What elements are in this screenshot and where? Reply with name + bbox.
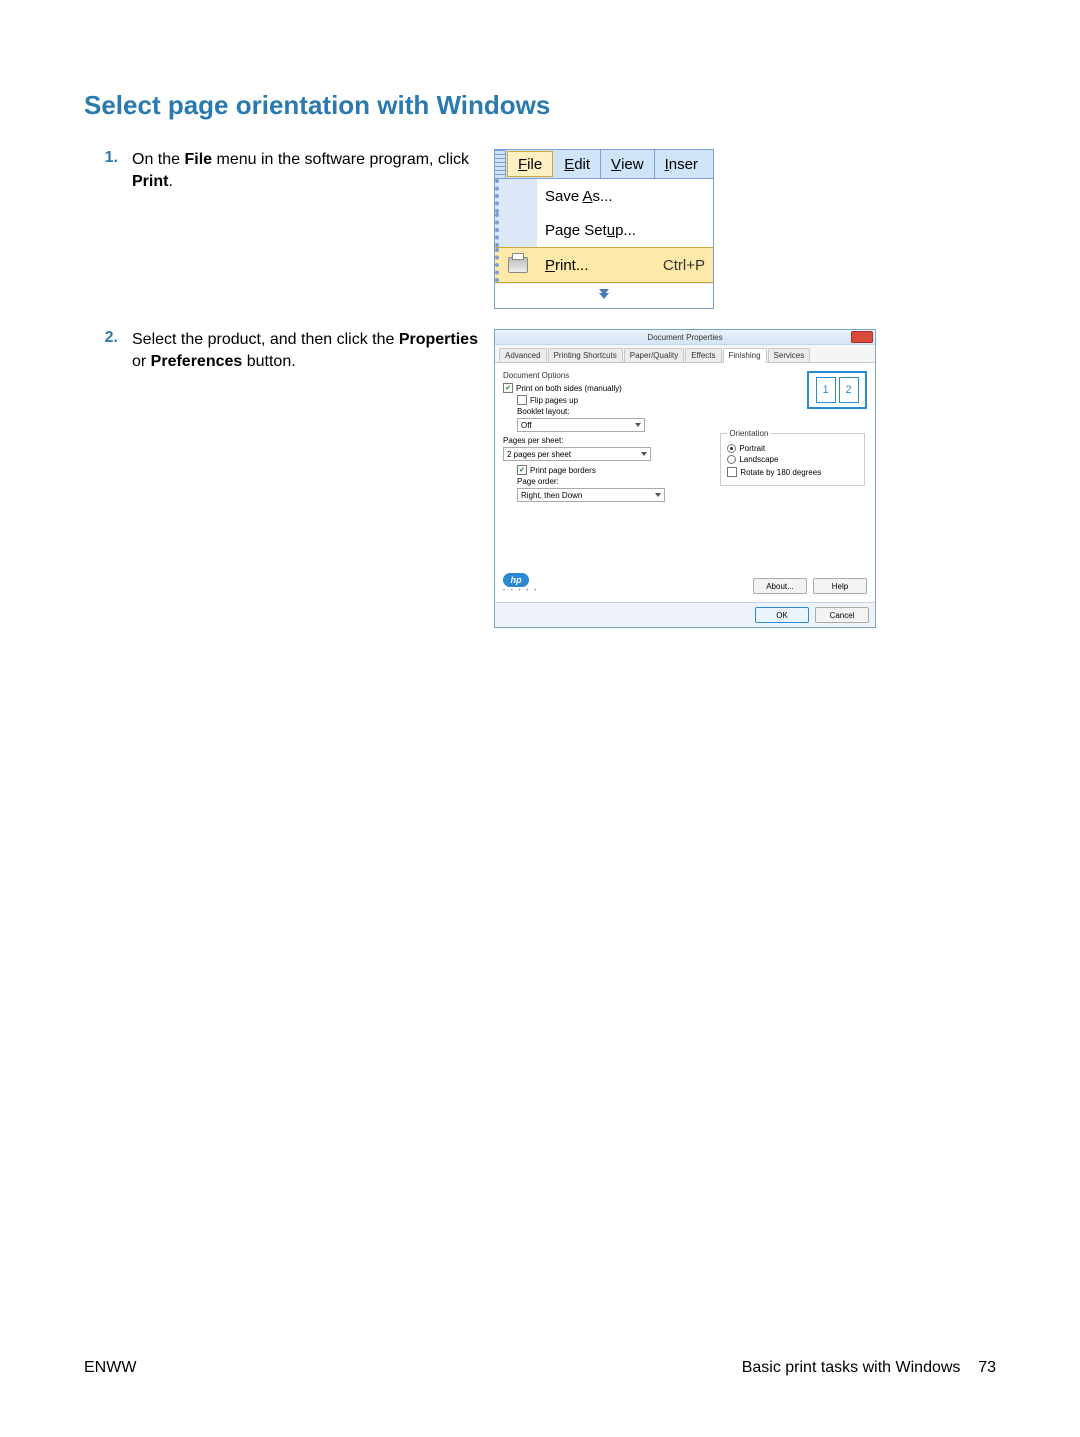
chevron-down-icon [635, 423, 641, 427]
hp-logo-icon: hp [503, 573, 529, 587]
checkbox-flip-pages-up[interactable]: Flip pages up [517, 395, 708, 405]
select-value: Off [521, 421, 532, 430]
label-page-order: Page order: [517, 477, 708, 486]
properties-dialog: Document Properties Advanced Printing Sh… [494, 329, 876, 628]
dialog-title: Document Properties [647, 333, 722, 342]
text: button. [242, 353, 295, 370]
select-pages-per-sheet[interactable]: 2 pages per sheet [503, 447, 651, 461]
group-orientation: Orientation Portrait Landscape [720, 429, 865, 486]
preview-page-2: 2 [839, 377, 859, 403]
bold-text: Properties [399, 331, 478, 348]
step-1: 1. On the File menu in the software prog… [84, 149, 996, 309]
group-document-options: Document Options [503, 371, 708, 380]
tab-advanced[interactable]: Advanced [499, 348, 547, 362]
filemenu-illustration: File Edit View Inser Save As... Page Set… [494, 149, 714, 309]
checkbox-label: Print page borders [530, 466, 596, 475]
tab-finishing[interactable]: Finishing [723, 348, 767, 363]
text: Select the product, and then click the [132, 331, 399, 348]
menubar-file[interactable]: File [507, 151, 553, 177]
menuitem-save-as[interactable]: Save As... [495, 179, 713, 213]
bold-text: Preferences [151, 353, 243, 370]
label-pages-per-sheet: Pages per sheet: [503, 436, 708, 445]
logo-dots: • • • • • [503, 588, 538, 594]
menubar-view[interactable]: View [601, 150, 655, 178]
shortcut-text: Ctrl+P [663, 257, 713, 274]
menuitem-page-setup[interactable]: Page Setup... [495, 213, 713, 247]
file-dropdown: Save As... Page Setup... Print... Ctrl+P [495, 179, 713, 308]
checkbox-label: Print on both sides (manually) [516, 384, 622, 393]
tab-services[interactable]: Services [768, 348, 811, 362]
menuitem-print[interactable]: Print... Ctrl+P [495, 247, 713, 283]
tab-paper-quality[interactable]: Paper/Quality [624, 348, 684, 362]
close-button[interactable] [851, 331, 873, 343]
radio-label: Landscape [739, 455, 778, 464]
select-value: 2 pages per sheet [507, 450, 571, 459]
step-text: Select the product, and then click the P… [132, 329, 494, 372]
step-number: 2. [84, 329, 132, 347]
printer-icon [508, 257, 528, 273]
checkbox-label: Flip pages up [530, 396, 578, 405]
checkbox-icon: ✔ [517, 465, 527, 475]
menubar-insert[interactable]: Inser [655, 150, 708, 178]
menubar: File Edit View Inser [495, 150, 713, 179]
checkbox-icon [517, 395, 527, 405]
footer-section-title: Basic print tasks with Windows [742, 1359, 961, 1376]
preview-page-1: 1 [816, 377, 836, 403]
step-text: On the File menu in the software program… [132, 149, 494, 192]
dialog-tabs: Advanced Printing Shortcuts Paper/Qualit… [495, 345, 875, 363]
checkbox-icon [727, 467, 737, 477]
page-footer: ENWW Basic print tasks with Windows 73 [84, 1359, 996, 1377]
radio-portrait[interactable]: Portrait [727, 444, 858, 453]
bold-text: File [184, 151, 212, 168]
radio-landscape[interactable]: Landscape [727, 455, 858, 464]
toolbar-grip-icon [495, 150, 506, 178]
radio-icon [727, 444, 736, 453]
checkbox-print-page-borders[interactable]: ✔ Print page borders [517, 465, 708, 475]
checkbox-label: Rotate by 180 degrees [740, 468, 821, 477]
menu-expand[interactable] [495, 283, 713, 308]
text: or [132, 353, 151, 370]
dialog-titlebar: Document Properties [495, 330, 875, 345]
help-button[interactable]: Help [813, 578, 867, 594]
radio-label: Portrait [739, 444, 765, 453]
text: On the [132, 151, 184, 168]
footer-right: Basic print tasks with Windows 73 [742, 1359, 996, 1377]
footer-left: ENWW [84, 1359, 136, 1377]
checkbox-icon: ✔ [503, 383, 513, 393]
select-booklet-layout[interactable]: Off [517, 418, 645, 432]
chevron-down-icon [641, 452, 647, 456]
tab-printing-shortcuts[interactable]: Printing Shortcuts [548, 348, 623, 362]
page-heading: Select page orientation with Windows [84, 90, 996, 121]
bold-text: Print [132, 173, 168, 190]
checkbox-print-both-sides[interactable]: ✔ Print on both sides (manually) [503, 383, 708, 393]
tab-effects[interactable]: Effects [685, 348, 721, 362]
step-2: 2. Select the product, and then click th… [84, 329, 996, 628]
select-value: Right, then Down [521, 491, 582, 500]
cancel-button[interactable]: Cancel [815, 607, 869, 623]
select-page-order[interactable]: Right, then Down [517, 488, 665, 502]
chevrons-down-icon [599, 293, 609, 299]
step-number: 1. [84, 149, 132, 167]
text: menu in the software program, click [212, 151, 469, 168]
ok-button[interactable]: OK [755, 607, 809, 623]
text: . [168, 173, 172, 190]
label-booklet-layout: Booklet layout: [517, 407, 708, 416]
menubar-edit[interactable]: Edit [554, 150, 601, 178]
about-button[interactable]: About... [753, 578, 807, 594]
checkbox-rotate-180[interactable]: Rotate by 180 degrees [727, 467, 858, 477]
legend-orientation: Orientation [727, 429, 770, 438]
chevron-down-icon [655, 493, 661, 497]
page-number: 73 [978, 1359, 996, 1376]
radio-icon [727, 455, 736, 464]
layout-preview: 1 2 [807, 371, 867, 409]
